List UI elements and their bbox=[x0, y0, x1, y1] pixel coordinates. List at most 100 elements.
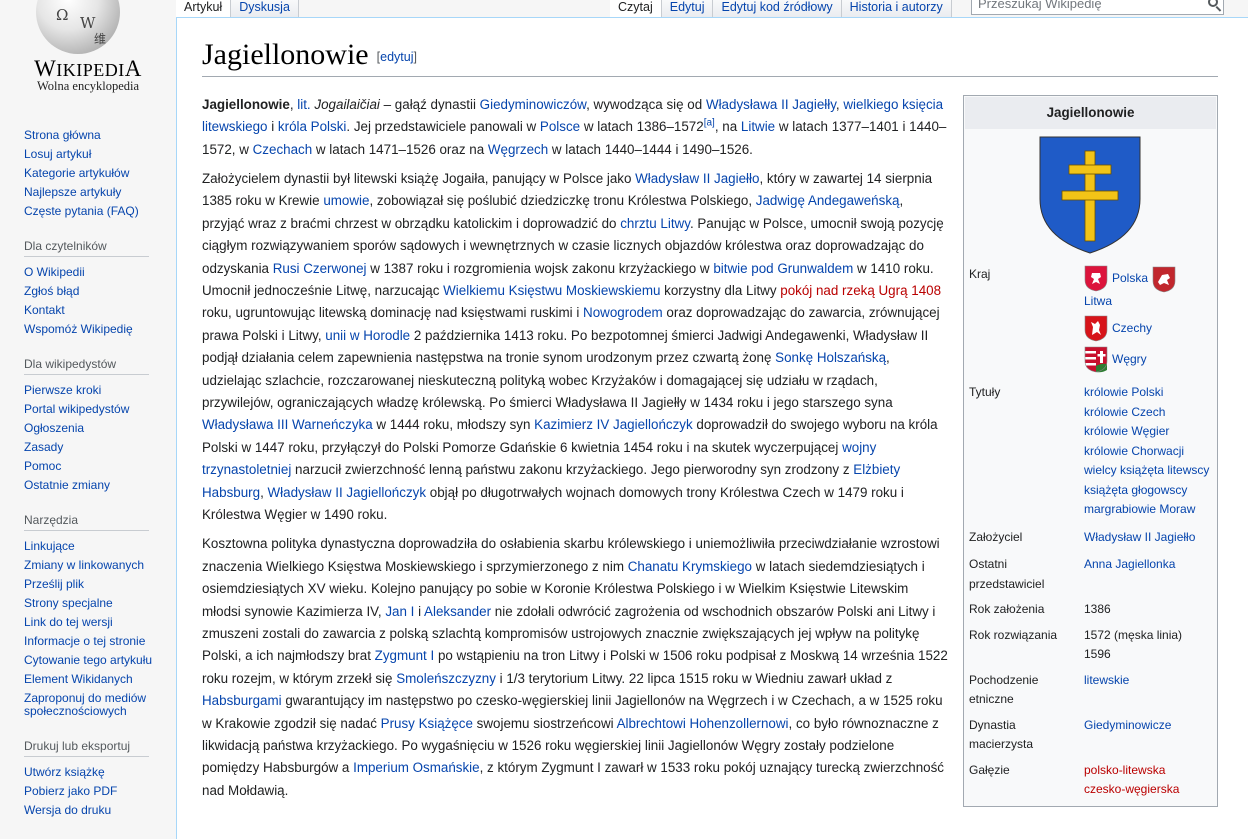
link[interactable]: Władysław II Jagiellończyk bbox=[268, 485, 427, 500]
link[interactable]: Nowogrodem bbox=[583, 305, 663, 320]
link[interactable]: Władysława III Warneńczyka bbox=[202, 417, 373, 432]
infobox-country-polska[interactable]: Polska bbox=[1084, 265, 1148, 292]
tab-czytaj[interactable]: Czytaj bbox=[610, 0, 662, 17]
text-run: w latach 1471–1526 oraz na bbox=[312, 141, 488, 157]
sidebar-item-informacje-o-tej-stronie[interactable]: Informacje o tej stronie bbox=[24, 632, 174, 651]
link[interactable]: Smoleńszczyzny bbox=[396, 671, 496, 686]
sidebar-item-wersja-do-druku[interactable]: Wersja do druku bbox=[24, 801, 174, 820]
infobox-redlink[interactable]: polsko-litewska bbox=[1084, 761, 1217, 781]
country-link[interactable]: Litwa bbox=[1084, 294, 1112, 308]
infobox-label: Dynastia macierzysta bbox=[969, 717, 1034, 752]
infobox-row-ostatni-przedstawiciel: Ostatni przedstawiciel Anna Jagiellonka bbox=[964, 555, 1217, 600]
sidebar-item-pierwsze-kroki[interactable]: Pierwsze kroki bbox=[24, 381, 174, 400]
sidebar-item-wspomoz-wikipedie[interactable]: Wspomóż Wikipedię bbox=[24, 320, 174, 339]
link[interactable]: Prusy Książęce bbox=[381, 716, 473, 731]
sidebar-item-cytowanie-tego-artyku-u[interactable]: Cytowanie tego artykułu bbox=[24, 651, 174, 670]
infobox-link[interactable]: Władysław II Jagiełło bbox=[1084, 528, 1217, 548]
link[interactable]: Węgrzech bbox=[488, 142, 548, 157]
link[interactable]: Jadwigę Andegaweńską bbox=[756, 193, 900, 208]
country-link[interactable]: Czechy bbox=[1112, 321, 1152, 335]
sidebar-item-element-wikidanych[interactable]: Element Wikidanych bbox=[24, 670, 174, 689]
sidebar-item-og-oszenia[interactable]: Ogłoszenia bbox=[24, 419, 174, 438]
link[interactable]: Władysław II Jagiełło bbox=[635, 171, 759, 186]
sidebar-item-zmiany-w-linkowanych[interactable]: Zmiany w linkowanych bbox=[24, 556, 174, 575]
infobox-link[interactable]: królowie Chorwacji bbox=[1084, 442, 1217, 462]
coat-of-arms-image[interactable] bbox=[964, 129, 1217, 257]
sidebar-item-kategorie-artyku-ow[interactable]: Kategorie artykułów bbox=[24, 164, 174, 183]
sidebar-item-zg-os-b-ad[interactable]: Zgłoś błąd bbox=[24, 282, 174, 301]
search-input[interactable]: Przeszukaj Wikipedię bbox=[971, 0, 1224, 15]
link[interactable]: Giedyminowiczów bbox=[480, 97, 586, 112]
link[interactable]: Czechach bbox=[253, 142, 313, 157]
infobox-link[interactable]: Giedyminowicze bbox=[1084, 716, 1217, 736]
title-edit-link[interactable]: [edytuj] bbox=[377, 50, 417, 64]
sidebar-item-linkujace[interactable]: Linkujące bbox=[24, 537, 174, 556]
sidebar-item-losuj-artyku[interactable]: Losuj artykuł bbox=[24, 145, 174, 164]
infobox-country-litwa[interactable]: Litwa bbox=[1084, 266, 1217, 311]
infobox-link[interactable]: margrabiowie Moraw bbox=[1084, 500, 1217, 520]
sidebar-item-ostatnie-zmiany[interactable]: Ostatnie zmiany bbox=[24, 476, 174, 495]
link[interactable]: Habsburgami bbox=[202, 693, 282, 708]
link[interactable]: Albrechtowi Hohenzollernowi bbox=[617, 716, 789, 731]
text-run: w 1444 roku, młodszy syn bbox=[372, 417, 535, 433]
wikipedia-logo[interactable]: Ω W 维 WIKIPEDIA Wolna encyklopedia bbox=[0, 0, 176, 100]
sidebar-item-kontakt[interactable]: Kontakt bbox=[24, 301, 174, 320]
link[interactable]: [a] bbox=[704, 118, 715, 129]
sidebar-item-o-wikipedii[interactable]: O Wikipedii bbox=[24, 263, 174, 282]
infobox-country-wegry[interactable]: Węgry bbox=[1084, 346, 1217, 373]
link[interactable]: Sonkę Holszańską bbox=[775, 350, 886, 365]
country-link[interactable]: Polska bbox=[1112, 271, 1148, 285]
redlink[interactable]: pokój nad rzeką Ugrą 1408 bbox=[780, 283, 941, 298]
sidebar-item-zasady[interactable]: Zasady bbox=[24, 438, 174, 457]
link[interactable]: Zygmunt I bbox=[375, 648, 435, 663]
link[interactable]: Władysława II Jagiełły bbox=[706, 97, 836, 112]
sidebar-item-zaproponuj-do-mediow-spo-ecznosciowych[interactable]: Zaproponuj do mediów społecznościowych bbox=[24, 689, 174, 721]
link[interactable]: Imperium Osmańskie bbox=[353, 760, 480, 775]
link[interactable]: Aleksander bbox=[424, 604, 491, 619]
sidebar-item-przeslij-plik[interactable]: Prześlij plik bbox=[24, 575, 174, 594]
infobox-link[interactable]: królowie Czech bbox=[1084, 403, 1217, 423]
infobox-country-czechy[interactable]: Czechy bbox=[1084, 315, 1217, 342]
infobox-link[interactable]: królowie Polski bbox=[1084, 383, 1217, 403]
sidebar-item-czeste-pytania-faq[interactable]: Częste pytania (FAQ) bbox=[24, 202, 174, 221]
sidebar-item-link-do-tej-wersji[interactable]: Link do tej wersji bbox=[24, 613, 174, 632]
infobox-link[interactable]: litewskie bbox=[1084, 671, 1217, 691]
infobox-link[interactable]: wielcy książęta litewscy bbox=[1084, 461, 1217, 481]
tab-historia-i-autorzy[interactable]: Historia i autorzy bbox=[841, 0, 952, 17]
sidebar-tools: Narzędzia Linkujące Zmiany w linkowanych P… bbox=[24, 513, 174, 721]
tab-edytuj-kod-zrod-owy[interactable]: Edytuj kod źródłowy bbox=[713, 0, 842, 17]
sidebar-heading: Narzędzia bbox=[24, 513, 149, 531]
link[interactable]: króla Polski bbox=[278, 119, 346, 134]
link[interactable]: Wielkiemu Księstwu Moskiewskiemu bbox=[443, 283, 660, 298]
tab-dyskusja[interactable]: Dyskusja bbox=[231, 0, 299, 17]
infobox-link[interactable]: Anna Jagiellonka bbox=[1084, 555, 1217, 575]
sidebar-item-portal-wikipedystow[interactable]: Portal wikipedystów bbox=[24, 400, 174, 419]
link[interactable]: Jan I bbox=[385, 604, 414, 619]
tab-artyku[interactable]: Artykuł bbox=[176, 0, 232, 17]
sidebar-item-strona-g-owna[interactable]: Strona główna bbox=[24, 126, 174, 145]
link[interactable]: Litwie bbox=[741, 119, 775, 134]
infobox-redlink[interactable]: czesko-węgierska bbox=[1084, 780, 1217, 800]
content-area: Jagiellonowie [edytuj] Jagiellonowie, lit… bbox=[176, 17, 1248, 839]
link[interactable]: Rusi Czerwonej bbox=[273, 261, 367, 276]
sidebar-item-strony-specjalne[interactable]: Strony specjalne bbox=[24, 594, 174, 613]
country-link[interactable]: Węgry bbox=[1112, 352, 1147, 366]
link[interactable]: Chanatu Krymskiego bbox=[628, 559, 752, 574]
link[interactable]: umowie bbox=[323, 193, 369, 208]
infobox-label: Rok rozwiązania bbox=[969, 627, 1058, 642]
infobox-link[interactable]: królowie Węgier bbox=[1084, 422, 1217, 442]
link[interactable]: lit. bbox=[297, 97, 310, 112]
link[interactable]: unii w Horodle bbox=[325, 328, 410, 343]
infobox-link[interactable]: książęta głogowscy bbox=[1084, 481, 1217, 501]
sidebar-item-utworz-ksiazke[interactable]: Utwórz książkę bbox=[24, 763, 174, 782]
sidebar-item-pobierz-jako-pdf[interactable]: Pobierz jako PDF bbox=[24, 782, 174, 801]
hungary-coat-of-arms-icon bbox=[1084, 346, 1108, 373]
link[interactable]: bitwie pod Grunwaldem bbox=[713, 261, 853, 276]
sidebar-item-pomoc[interactable]: Pomoc bbox=[24, 457, 174, 476]
link[interactable]: Kazimierz IV Jagiellończyk bbox=[534, 417, 693, 432]
link[interactable]: chrztu Litwy bbox=[620, 216, 690, 231]
link[interactable]: Polsce bbox=[540, 119, 580, 134]
tab-edytuj[interactable]: Edytuj bbox=[661, 0, 714, 17]
sidebar-item-najlepsze-artyku-y[interactable]: Najlepsze artykuły bbox=[24, 183, 174, 202]
search-icon[interactable] bbox=[1208, 0, 1218, 7]
